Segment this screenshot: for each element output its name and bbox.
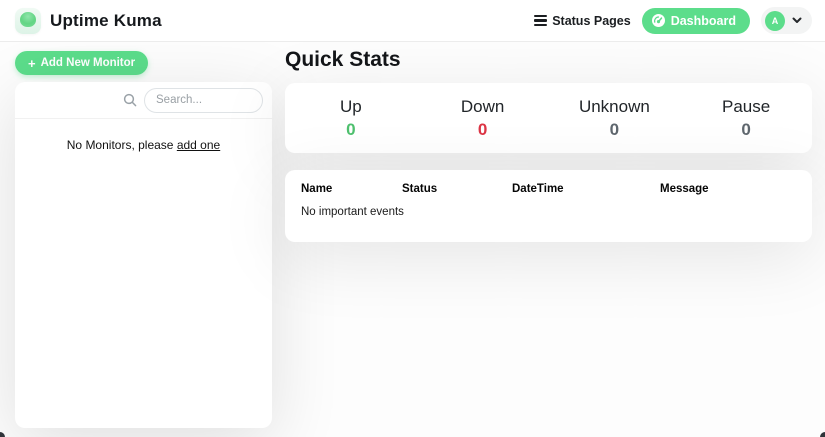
stat-pause: Pause 0 bbox=[680, 97, 812, 140]
column-message: Message bbox=[660, 183, 812, 195]
chevron-down-icon bbox=[792, 17, 802, 24]
stat-down-value: 0 bbox=[417, 120, 549, 140]
stat-unknown-label: Unknown bbox=[549, 97, 681, 117]
brand: Uptime Kuma bbox=[15, 8, 162, 34]
quick-stats-card: Up 0 Down 0 Unknown 0 Pause 0 bbox=[285, 83, 812, 153]
search-input[interactable] bbox=[144, 88, 263, 113]
no-monitors-message: No Monitors, please add one bbox=[15, 119, 272, 152]
navbar-actions: Status Pages Dashboard A bbox=[534, 7, 812, 34]
no-events-message: No important events bbox=[285, 206, 812, 218]
stat-pause-value: 0 bbox=[680, 120, 812, 140]
page-title: Quick Stats bbox=[285, 48, 401, 72]
status-pages-link[interactable]: Status Pages bbox=[534, 14, 631, 28]
gauge-icon bbox=[652, 14, 665, 27]
dashboard-button-label: Dashboard bbox=[671, 14, 736, 28]
dashboard-button[interactable]: Dashboard bbox=[642, 8, 750, 34]
stat-pause-label: Pause bbox=[680, 97, 812, 117]
column-name: Name bbox=[301, 183, 402, 195]
stat-down: Down 0 bbox=[417, 97, 549, 140]
add-new-monitor-button[interactable]: + Add New Monitor bbox=[15, 51, 148, 75]
stat-up-value: 0 bbox=[285, 120, 417, 140]
bottom-toast-shadow bbox=[318, 423, 483, 437]
add-one-link[interactable]: add one bbox=[177, 138, 220, 152]
add-new-monitor-label: Add New Monitor bbox=[41, 57, 136, 69]
no-monitors-text: No Monitors, please bbox=[67, 138, 174, 152]
window-corner-left bbox=[0, 432, 5, 437]
uptime-kuma-logo-icon bbox=[15, 8, 41, 34]
stat-unknown-value: 0 bbox=[549, 120, 681, 140]
stat-up-label: Up bbox=[285, 97, 417, 117]
events-table-header: Name Status DateTime Message bbox=[285, 183, 812, 195]
top-navbar: Uptime Kuma Status Pages Dashboard A bbox=[0, 0, 825, 42]
monitor-list-panel: No Monitors, please add one bbox=[15, 82, 272, 428]
plus-icon: + bbox=[28, 57, 36, 70]
monitor-search-bar bbox=[15, 82, 272, 119]
window-corner-right bbox=[820, 432, 825, 437]
stat-down-label: Down bbox=[417, 97, 549, 117]
important-events-card: Name Status DateTime Message No importan… bbox=[285, 170, 812, 242]
app-title: Uptime Kuma bbox=[50, 11, 162, 31]
column-datetime: DateTime bbox=[512, 183, 660, 195]
list-bars-icon bbox=[534, 15, 547, 26]
column-status: Status bbox=[402, 183, 512, 195]
stat-unknown: Unknown 0 bbox=[549, 97, 681, 140]
user-menu[interactable]: A bbox=[761, 7, 812, 34]
avatar: A bbox=[765, 11, 785, 31]
status-pages-label: Status Pages bbox=[552, 14, 631, 28]
search-icon bbox=[123, 93, 137, 107]
stat-up: Up 0 bbox=[285, 97, 417, 140]
